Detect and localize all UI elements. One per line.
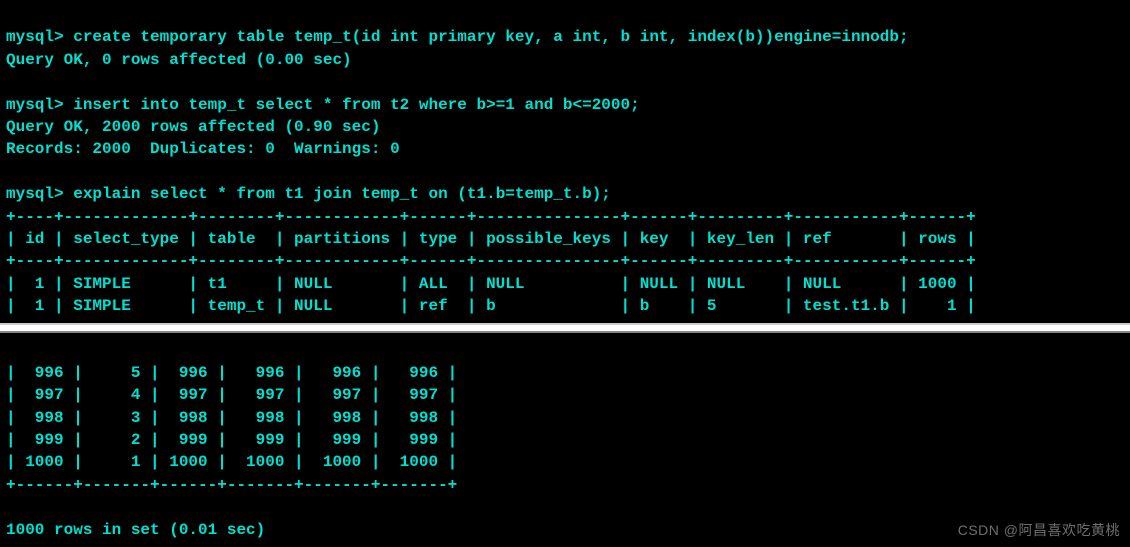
table-row: | 997 | 4 | 997 | 997 | 997 | 997 | [6, 386, 457, 404]
table-header: | id | select_type | table | partitions … [6, 230, 976, 248]
table-row: | 1 | SIMPLE | t1 | NULL | ALL | NULL | … [6, 275, 976, 293]
query-result: Query OK, 0 rows affected (0.00 sec) [6, 51, 352, 69]
watermark: CSDN @阿昌喜欢吃黄桃 [958, 521, 1120, 541]
scroll-separator [0, 323, 1130, 333]
prompt: mysql> [6, 28, 64, 46]
table-border: +----+-------------+--------+-----------… [6, 208, 976, 226]
table-border: +----+-------------+--------+-----------… [6, 252, 976, 270]
query-result: Records: 2000 Duplicates: 0 Warnings: 0 [6, 140, 400, 158]
prompt: mysql> [6, 96, 64, 114]
table-row: | 1 | SIMPLE | temp_t | NULL | ref | b |… [6, 297, 976, 315]
sql-command: create temporary table temp_t(id int pri… [73, 28, 908, 46]
table-row: | 1000 | 1 | 1000 | 1000 | 1000 | 1000 | [6, 453, 457, 471]
table-border: +------+-------+------+-------+-------+-… [6, 476, 457, 494]
table-row: | 996 | 5 | 996 | 996 | 996 | 996 | [6, 364, 457, 382]
sql-command: explain select * from t1 join temp_t on … [73, 185, 611, 203]
sql-command: insert into temp_t select * from t2 wher… [73, 96, 640, 114]
prompt: mysql> [6, 185, 64, 203]
table-row: | 999 | 2 | 999 | 999 | 999 | 999 | [6, 431, 457, 449]
table-row: | 998 | 3 | 998 | 998 | 998 | 998 | [6, 409, 457, 427]
query-result: Query OK, 2000 rows affected (0.90 sec) [6, 118, 380, 136]
result-footer: 1000 rows in set (0.01 sec) [6, 521, 265, 539]
terminal-output: mysql> create temporary table temp_t(id … [0, 0, 1130, 321]
terminal-output-lower: | 996 | 5 | 996 | 996 | 996 | 996 | | 99… [0, 335, 1130, 545]
